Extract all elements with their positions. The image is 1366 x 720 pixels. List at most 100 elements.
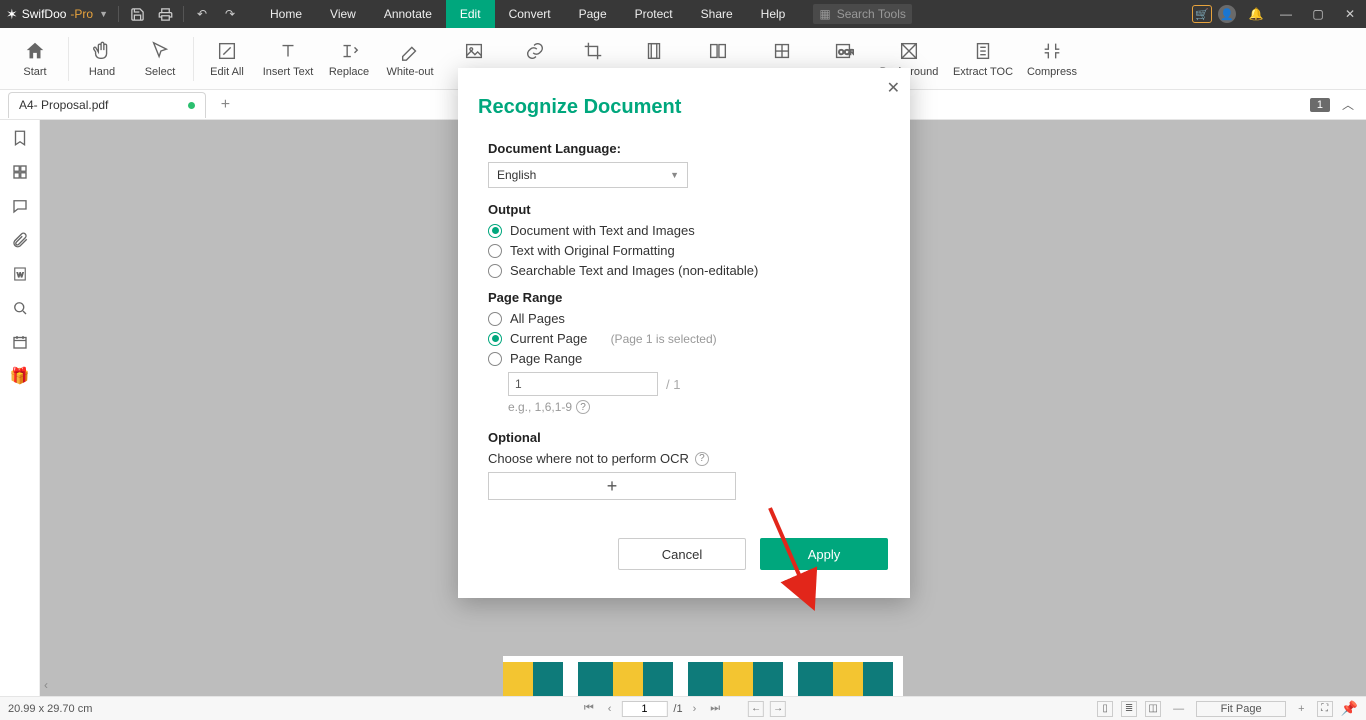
- zoom-out-icon[interactable]: —: [1169, 703, 1188, 715]
- search-placeholder: Search Tools: [837, 7, 906, 21]
- page-input[interactable]: [621, 701, 667, 717]
- titlebar: ✶ SwifDoo-Pro ▼ ↶ ↷ Home View Annotate E…: [0, 0, 1366, 28]
- cancel-button[interactable]: Cancel: [618, 538, 746, 570]
- language-select[interactable]: English ▼: [488, 162, 688, 188]
- bell-icon[interactable]: 🔔: [1242, 0, 1270, 28]
- page-range-label: Page Range: [488, 290, 880, 305]
- menu-page[interactable]: Page: [565, 0, 621, 28]
- continuous-icon[interactable]: ≣: [1121, 701, 1137, 717]
- document-preview: [503, 656, 903, 696]
- calendar-icon[interactable]: [10, 332, 30, 352]
- attachment-icon[interactable]: [10, 230, 30, 250]
- next-page-icon[interactable]: ›: [689, 703, 701, 715]
- svg-text:OCR: OCR: [838, 47, 854, 56]
- cart-icon[interactable]: 🛒: [1192, 5, 1212, 23]
- range-all[interactable]: All Pages: [488, 311, 880, 326]
- ribbon-hand[interactable]: Hand: [73, 29, 131, 89]
- prev-page-icon[interactable]: ‹: [604, 703, 616, 715]
- modified-dot-icon: [188, 102, 195, 109]
- collapse-ribbon-icon[interactable]: ︿: [1336, 96, 1360, 113]
- menu-view[interactable]: View: [316, 0, 370, 28]
- ribbon-insert-text[interactable]: Insert Text: [256, 29, 320, 89]
- page-range-input[interactable]: [508, 372, 658, 396]
- undo-icon[interactable]: ↶: [188, 0, 216, 28]
- menu-home[interactable]: Home: [256, 0, 316, 28]
- last-page-icon[interactable]: ⏭: [706, 702, 724, 715]
- page-dimensions: 20.99 x 29.70 cm: [8, 703, 92, 715]
- range-current[interactable]: Current Page (Page 1 is selected): [488, 331, 880, 346]
- svg-text:W: W: [17, 272, 24, 279]
- dialog-close-button[interactable]: ✕: [887, 78, 900, 98]
- help-icon[interactable]: ?: [576, 400, 590, 414]
- ribbon-replace[interactable]: Replace: [320, 29, 378, 89]
- print-icon[interactable]: [151, 0, 179, 28]
- help-icon[interactable]: ?: [695, 452, 709, 466]
- output-option-doc[interactable]: Document with Text and Images: [488, 223, 880, 238]
- zoom-level[interactable]: Fit Page: [1196, 701, 1286, 717]
- page-nav: ⏮ ‹ /1 › ⏭ ← →: [580, 701, 786, 717]
- menu-share[interactable]: Share: [687, 0, 747, 28]
- add-exclusion-button[interactable]: +: [488, 472, 736, 500]
- ribbon-whiteout[interactable]: White-out: [378, 29, 442, 89]
- page-range-total: / 1: [666, 377, 680, 392]
- prev-view-icon[interactable]: ←: [748, 701, 764, 717]
- add-tab-button[interactable]: +: [212, 92, 238, 118]
- menu-convert[interactable]: Convert: [495, 0, 565, 28]
- grid-icon: ▦: [819, 7, 830, 21]
- separator: [183, 6, 184, 22]
- radio-icon: [488, 332, 502, 346]
- single-page-icon[interactable]: ▯: [1097, 701, 1113, 717]
- ribbon-extract-toc[interactable]: Extract TOC: [946, 29, 1020, 89]
- radio-icon: [488, 352, 502, 366]
- pin-icon[interactable]: 📌: [1341, 700, 1358, 717]
- fullscreen-icon[interactable]: ⛶: [1317, 701, 1333, 717]
- document-tab-name: A4- Proposal.pdf: [19, 98, 108, 112]
- apply-button[interactable]: Apply: [760, 538, 888, 570]
- app-title[interactable]: ✶ SwifDoo-Pro ▼: [0, 6, 114, 23]
- ribbon-compress[interactable]: Compress: [1020, 29, 1084, 89]
- menu-help[interactable]: Help: [747, 0, 800, 28]
- page-range-example: e.g., 1,6,1-9?: [508, 400, 880, 414]
- maximize-button[interactable]: ▢: [1302, 0, 1334, 28]
- chevron-down-icon: ▼: [99, 9, 108, 19]
- ribbon-select[interactable]: Select: [131, 29, 189, 89]
- next-view-icon[interactable]: →: [770, 701, 786, 717]
- ribbon-start[interactable]: Start: [6, 29, 64, 89]
- gift-icon[interactable]: 🎁: [10, 366, 30, 386]
- app-name-1: SwifDoo: [22, 7, 67, 21]
- separator: [68, 37, 69, 81]
- bookmark-icon[interactable]: [10, 128, 30, 148]
- radio-icon: [488, 244, 502, 258]
- menu-annotate[interactable]: Annotate: [370, 0, 446, 28]
- separator: [118, 6, 119, 22]
- scroll-left-icon[interactable]: ‹: [44, 678, 48, 692]
- radio-icon: [488, 312, 502, 326]
- titlebar-right: 🛒 👤 🔔 — ▢ ✕: [1192, 0, 1366, 28]
- thumbnails-icon[interactable]: [10, 162, 30, 182]
- redo-icon[interactable]: ↷: [216, 0, 244, 28]
- output-option-searchable[interactable]: Searchable Text and Images (non-editable…: [488, 263, 880, 278]
- output-option-text[interactable]: Text with Original Formatting: [488, 243, 880, 258]
- ribbon-edit-all[interactable]: Edit All: [198, 29, 256, 89]
- app-logo-icon: ✶: [6, 6, 18, 23]
- document-tab[interactable]: A4- Proposal.pdf: [8, 92, 206, 118]
- range-custom[interactable]: Page Range: [488, 351, 880, 366]
- save-icon[interactable]: [123, 0, 151, 28]
- close-button[interactable]: ✕: [1334, 0, 1366, 28]
- optional-label: Optional: [488, 430, 880, 445]
- main-menu: Home View Annotate Edit Convert Page Pro…: [256, 0, 799, 28]
- facing-icon[interactable]: ◫: [1145, 701, 1161, 717]
- word-icon[interactable]: W: [10, 264, 30, 284]
- minimize-button[interactable]: —: [1270, 0, 1302, 28]
- comment-icon[interactable]: [10, 196, 30, 216]
- search-tools[interactable]: ▦ Search Tools: [813, 4, 912, 24]
- language-label: Document Language:: [488, 141, 880, 156]
- menu-edit[interactable]: Edit: [446, 0, 495, 28]
- menu-protect[interactable]: Protect: [621, 0, 687, 28]
- chevron-down-icon: ▼: [670, 170, 679, 180]
- search-icon[interactable]: [10, 298, 30, 318]
- first-page-icon[interactable]: ⏮: [580, 702, 598, 715]
- zoom-in-icon[interactable]: +: [1294, 703, 1308, 715]
- radio-icon: [488, 224, 502, 238]
- user-icon[interactable]: 👤: [1218, 5, 1236, 23]
